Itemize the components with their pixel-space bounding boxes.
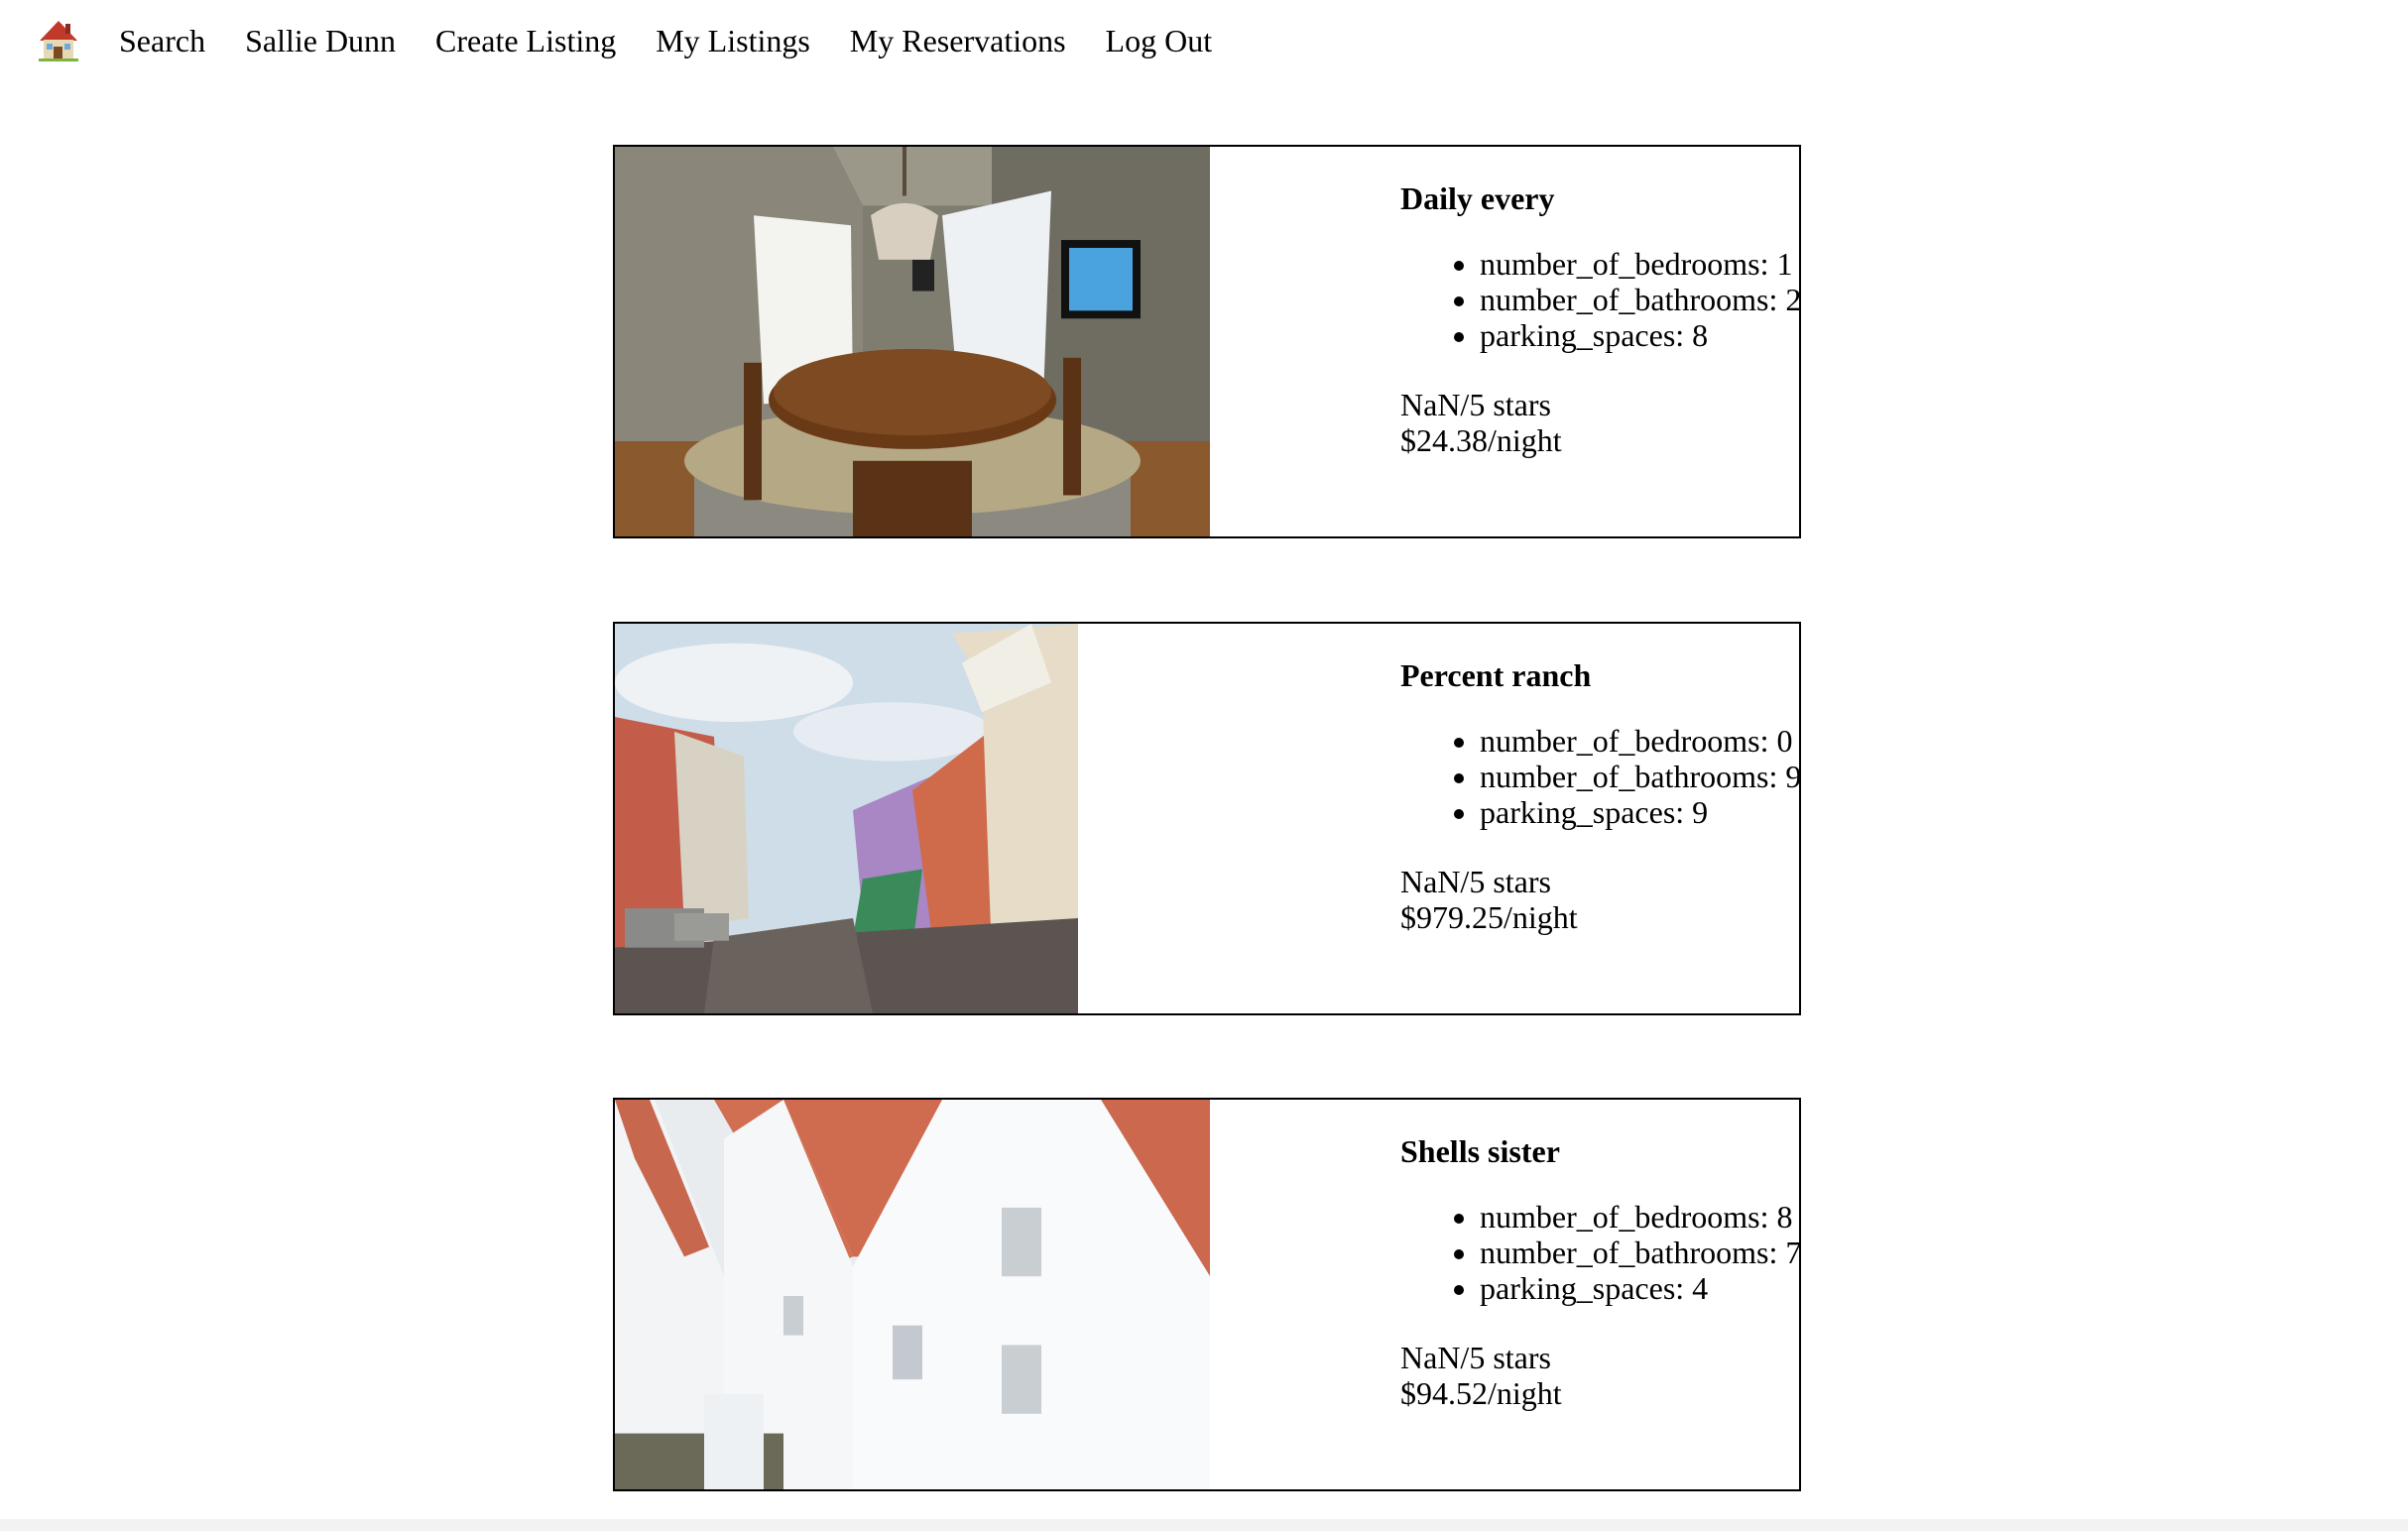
listing-feature-item: number_of_bedrooms: 0: [1480, 723, 1799, 759]
colorful-street-photo: [615, 624, 1078, 1013]
top-nav: Search Sallie Dunn Create Listing My Lis…: [38, 14, 1252, 67]
listing-card[interactable]: Shells sister number_of_bedrooms: 8 numb…: [613, 1098, 1801, 1491]
dining-room-photo: [615, 147, 1210, 536]
nav-log-out-link[interactable]: Log Out: [1106, 23, 1213, 59]
listing-info: Daily every number_of_bedrooms: 1 number…: [1400, 178, 1799, 458]
listing-feature-item: parking_spaces: 9: [1480, 794, 1799, 830]
listing-rating: NaN/5 stars: [1400, 387, 1551, 422]
listing-feature-item: number_of_bedrooms: 1: [1480, 246, 1799, 282]
listing-info: Percent ranch number_of_bedrooms: 0 numb…: [1400, 655, 1799, 935]
listing-price: $979.25/night: [1400, 899, 1578, 935]
listing-price: $24.38/night: [1400, 422, 1562, 458]
nav-my-reservations-link[interactable]: My Reservations: [850, 23, 1066, 59]
listing-rating: NaN/5 stars: [1400, 864, 1551, 899]
listing-features: number_of_bedrooms: 8 number_of_bathroom…: [1400, 1199, 1799, 1306]
nav-my-listings-link[interactable]: My Listings: [656, 23, 810, 59]
listing-features: number_of_bedrooms: 0 number_of_bathroom…: [1400, 723, 1799, 830]
bottom-edge: [0, 1519, 2408, 1531]
nav-search-link[interactable]: Search: [119, 23, 205, 59]
listing-title: Percent ranch: [1400, 657, 1592, 693]
listing-feature-item: parking_spaces: 4: [1480, 1270, 1799, 1306]
white-houses-photo: [615, 1100, 1210, 1489]
nav-profile-link[interactable]: Sallie Dunn: [245, 23, 396, 59]
listing-feature-item: parking_spaces: 8: [1480, 317, 1799, 353]
listing-feature-item: number_of_bedrooms: 8: [1480, 1199, 1799, 1235]
house-emoji-icon[interactable]: [38, 19, 79, 62]
listing-features: number_of_bedrooms: 1 number_of_bathroom…: [1400, 246, 1799, 353]
listing-info: Shells sister number_of_bedrooms: 8 numb…: [1400, 1131, 1799, 1411]
listing-title: Shells sister: [1400, 1133, 1560, 1169]
listing-card[interactable]: Percent ranch number_of_bedrooms: 0 numb…: [613, 622, 1801, 1015]
listing-feature-item: number_of_bathrooms: 2: [1480, 282, 1799, 317]
listing-feature-item: number_of_bathrooms: 7: [1480, 1235, 1799, 1270]
listing-card[interactable]: Daily every number_of_bedrooms: 1 number…: [613, 145, 1801, 538]
listing-price: $94.52/night: [1400, 1375, 1562, 1411]
listing-feature-item: number_of_bathrooms: 9: [1480, 759, 1799, 794]
listing-rating: NaN/5 stars: [1400, 1340, 1551, 1375]
nav-create-listing-link[interactable]: Create Listing: [435, 23, 616, 59]
listing-title: Daily every: [1400, 180, 1555, 216]
